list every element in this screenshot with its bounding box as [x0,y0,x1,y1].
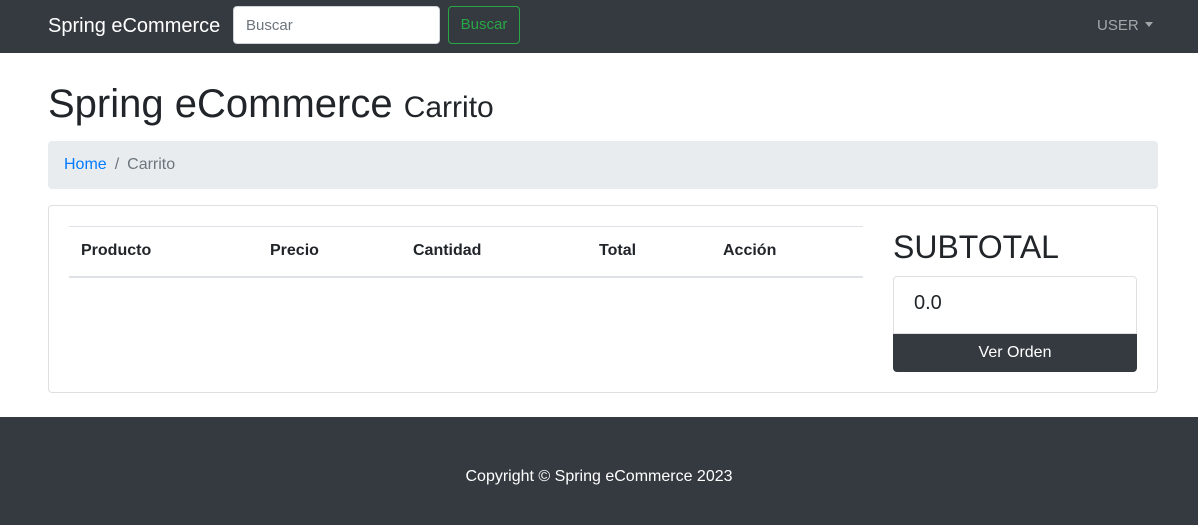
page-title-main: Spring eCommerce [48,82,393,126]
breadcrumb-home-link[interactable]: Home [64,156,107,173]
cart-table: Producto Precio Cantidad Total Acción [69,226,863,278]
cart-table-header-row: Producto Precio Cantidad Total Acción [69,226,863,278]
top-navbar: Spring eCommerce Buscar USER [0,0,1198,53]
column-header-producto: Producto [69,226,258,278]
breadcrumb-current: Carrito [127,156,176,173]
search-button[interactable]: Buscar [448,6,520,44]
brand-link[interactable]: Spring eCommerce [48,13,220,39]
cart-card: Producto Precio Cantidad Total Acción SU… [48,205,1158,393]
page-subtitle: Carrito [403,91,494,124]
breadcrumb-separator: / [114,156,120,173]
column-header-total: Total [587,226,711,278]
caret-down-icon [1144,22,1153,27]
page-title: Spring eCommerce Carrito [48,80,494,132]
user-dropdown[interactable]: USER [1097,15,1153,37]
subtotal-value: 0.0 [893,276,1137,334]
copyright-text: Copyright © Spring eCommerce 2023 [465,468,733,485]
view-order-button[interactable]: Ver Orden [893,334,1137,372]
user-dropdown-label: USER [1097,17,1139,34]
column-header-accion: Acción [711,226,863,278]
subtotal-heading: SUBTOTAL [893,229,1059,265]
search-input[interactable] [233,6,440,44]
breadcrumb: Home / Carrito [48,141,1158,189]
column-header-precio: Precio [258,226,401,278]
footer: Copyright © Spring eCommerce 2023 [0,417,1198,525]
column-header-cantidad: Cantidad [401,226,587,278]
